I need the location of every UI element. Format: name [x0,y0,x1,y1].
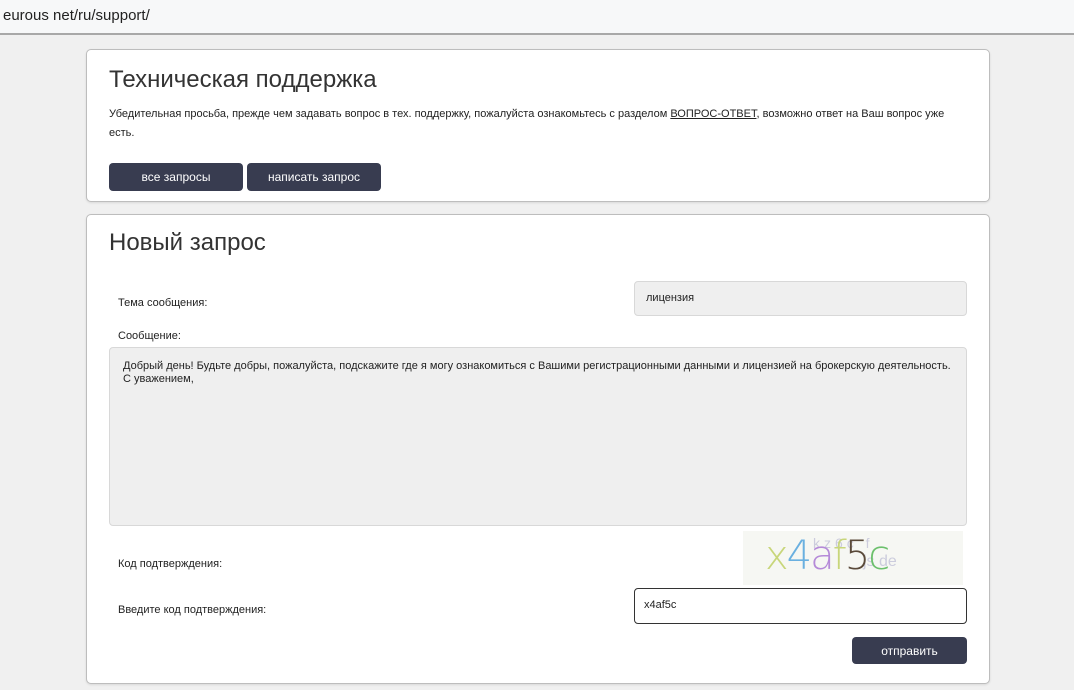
address-bar[interactable]: eurous net/ru/support/ [0,0,1074,35]
captcha-text: x4af5c [765,533,890,579]
new-request-card: Новый запрос Тема сообщения: лицензия Со… [86,214,990,684]
subject-input[interactable]: лицензия [634,281,967,316]
message-label: Сообщение: [118,330,181,342]
subject-label: Тема сообщения: [118,297,208,309]
captcha-image: kz6c f js de x4af5c [743,531,963,585]
notice-before: Убедительная просьба, прежде чем задават… [109,108,671,120]
form-title: Новый запрос [109,229,266,256]
write-request-button[interactable]: написать запрос [247,163,381,191]
page-title: Техническая поддержка [109,66,377,93]
all-requests-button[interactable]: все запросы [109,163,243,191]
url-text: eurous net/ru/support/ [3,7,150,24]
code-input[interactable]: x4af5c [634,588,967,624]
support-card: Техническая поддержка Убедительная прось… [86,49,990,202]
message-textarea[interactable]: Добрый день! Будьте добры, пожалуйста, п… [109,347,967,526]
notice-text: Убедительная просьба, прежде чем задават… [109,105,969,143]
captcha-label: Код подтверждения: [118,558,223,570]
submit-button[interactable]: отправить [852,637,967,664]
code-label: Введите код подтверждения: [118,604,267,616]
faq-link[interactable]: ВОПРОС-ОТВЕТ [670,108,756,120]
